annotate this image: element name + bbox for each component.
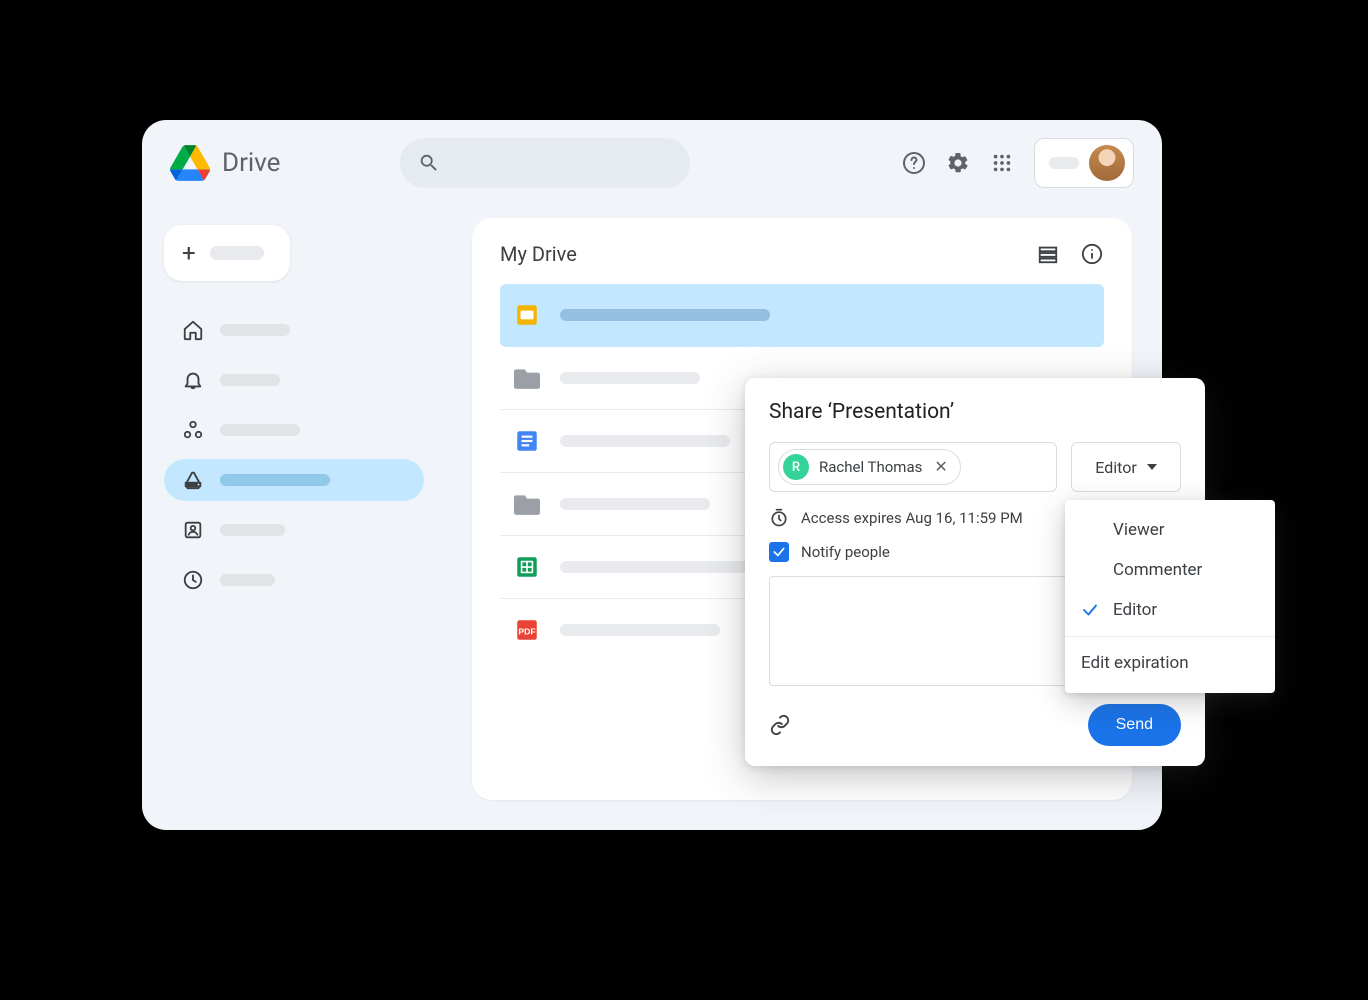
menu-divider [1065, 636, 1275, 637]
logo-area: Drive [170, 145, 280, 181]
account-switcher[interactable] [1034, 138, 1134, 188]
person-chip: R Rachel Thomas ✕ [778, 449, 961, 485]
copy-link-icon[interactable] [769, 714, 791, 736]
person-avatar-icon: R [783, 454, 809, 480]
page-title: My Drive [500, 242, 577, 266]
role-option-editor[interactable]: Editor [1065, 590, 1275, 630]
expiry-text: Access expires Aug 16, 11:59 PM [801, 509, 1023, 527]
person-name: Rachel Thomas [819, 458, 922, 476]
file-name-placeholder [560, 561, 750, 573]
file-name-placeholder [560, 309, 770, 321]
help-icon[interactable] [902, 151, 926, 175]
sidebar-item-workspaces[interactable] [164, 409, 424, 451]
slides-icon [514, 302, 540, 328]
role-dropdown[interactable]: Editor [1071, 442, 1181, 492]
sidebar-label-placeholder [220, 474, 330, 486]
role-option-edit-expiration[interactable]: Edit expiration [1065, 643, 1275, 683]
drive-icon [182, 469, 204, 491]
docs-icon [514, 428, 540, 454]
search-bar[interactable] [400, 138, 690, 188]
notify-label: Notify people [801, 543, 890, 561]
app-title: Drive [222, 148, 280, 178]
header: Drive [142, 120, 1162, 198]
role-dropdown-label: Editor [1095, 458, 1136, 477]
sidebar-item-home[interactable] [164, 309, 424, 351]
role-option-commenter[interactable]: Commenter [1065, 550, 1275, 590]
shared-icon [182, 519, 204, 541]
bell-icon [182, 369, 204, 391]
sidebar-item-mydrive[interactable] [164, 459, 424, 501]
chevron-down-icon [1147, 464, 1157, 470]
remove-person-icon[interactable]: ✕ [932, 459, 949, 475]
info-icon[interactable] [1080, 242, 1104, 266]
sidebar-label-placeholder [220, 324, 290, 336]
folder-icon [514, 491, 540, 517]
people-input[interactable]: R Rachel Thomas ✕ [769, 442, 1057, 492]
timer-icon [769, 508, 789, 528]
plus-icon: + [182, 241, 196, 265]
share-dialog-title: Share ‘Presentation’ [769, 400, 1181, 424]
clock-icon [182, 569, 204, 591]
file-name-placeholder [560, 435, 730, 447]
workspaces-icon [182, 419, 204, 441]
sidebar-label-placeholder [220, 424, 300, 436]
svg-text:PDF: PDF [518, 626, 535, 636]
sidebar-item-shared[interactable] [164, 509, 424, 551]
role-option-viewer[interactable]: Viewer [1065, 510, 1275, 550]
drive-logo-icon [170, 145, 210, 181]
sheets-icon [514, 554, 540, 580]
account-label-placeholder [1049, 157, 1079, 169]
file-name-placeholder [560, 624, 720, 636]
sidebar-label-placeholder [220, 574, 275, 586]
new-button[interactable]: + [164, 225, 290, 281]
apps-icon[interactable] [990, 151, 1014, 175]
file-name-placeholder [560, 498, 710, 510]
new-button-label-placeholder [210, 246, 264, 260]
notify-checkbox[interactable] [769, 542, 789, 562]
check-icon [1081, 601, 1101, 619]
role-menu: Viewer Commenter Editor Edit expiration [1065, 500, 1275, 693]
send-button[interactable]: Send [1088, 704, 1181, 746]
sidebar-item-activity[interactable] [164, 359, 424, 401]
sidebar-label-placeholder [220, 524, 285, 536]
home-icon [182, 319, 204, 341]
user-avatar [1089, 145, 1125, 181]
folder-icon [514, 365, 540, 391]
pdf-icon: PDF [514, 617, 540, 643]
sidebar-label-placeholder [220, 374, 280, 386]
sidebar-item-recent[interactable] [164, 559, 424, 601]
sidebar: + [164, 225, 424, 601]
file-name-placeholder [560, 372, 700, 384]
search-icon [418, 152, 440, 174]
file-row-slides[interactable] [500, 284, 1104, 347]
list-layout-icon[interactable] [1036, 242, 1060, 266]
header-actions [902, 138, 1134, 188]
settings-icon[interactable] [946, 151, 970, 175]
